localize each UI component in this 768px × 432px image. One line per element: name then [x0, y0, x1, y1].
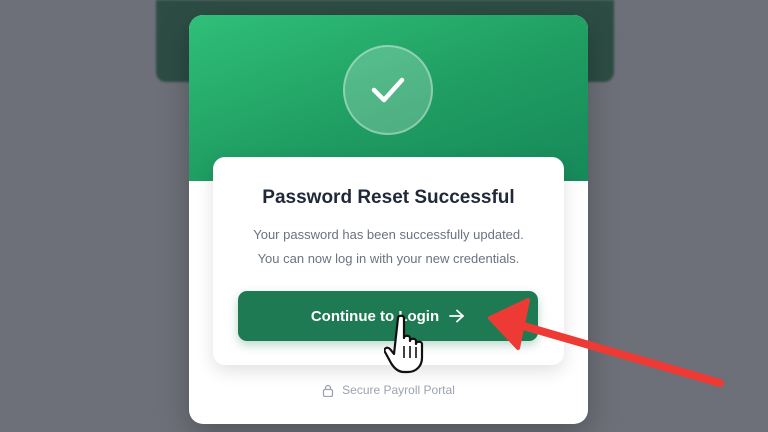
lock-icon	[322, 384, 334, 397]
hand-pointer-icon	[384, 314, 424, 374]
dialog-message: Your password has been successfully upda…	[229, 223, 549, 271]
footer-text: Secure Payroll Portal	[342, 383, 455, 397]
check-icon	[371, 77, 405, 103]
dialog-footer: Secure Payroll Portal	[189, 383, 588, 397]
dialog-message-line1: Your password has been successfully upda…	[253, 227, 524, 242]
success-badge	[343, 45, 433, 135]
dialog-title: Password Reset Successful	[262, 187, 515, 208]
arrow-right-icon	[449, 309, 465, 323]
dialog-message-line2: You can now log in with your new credent…	[257, 251, 520, 266]
